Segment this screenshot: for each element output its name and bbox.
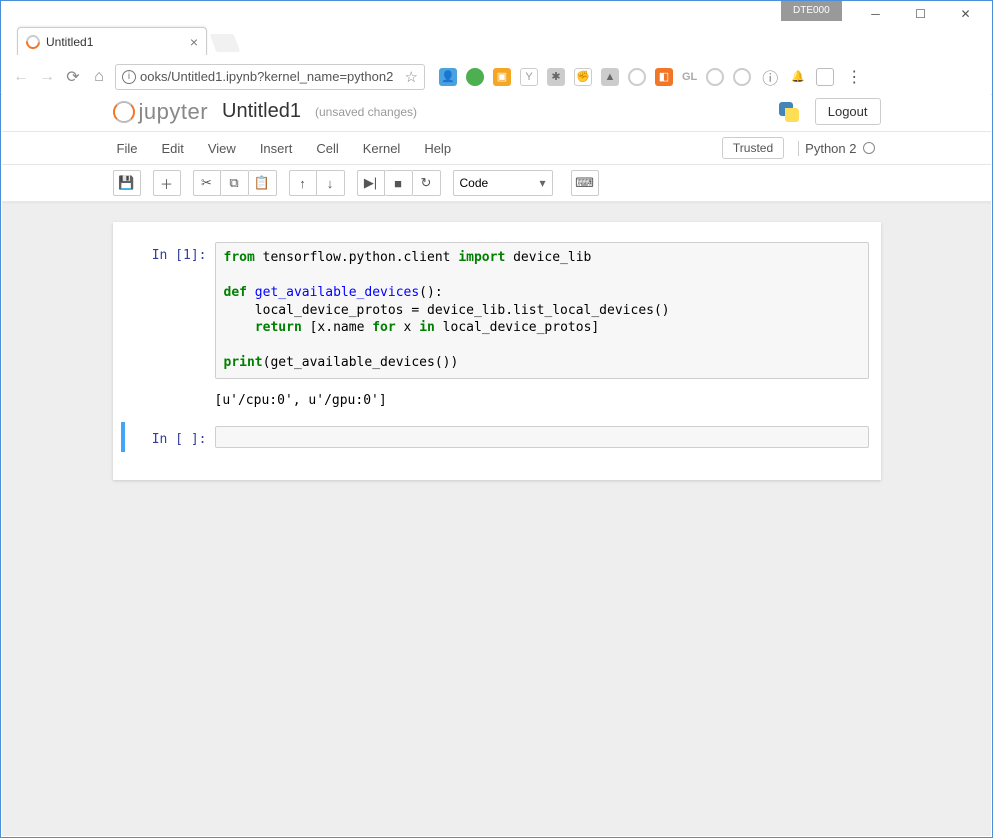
extension-doc-icon[interactable] [816, 68, 834, 86]
paste-button[interactable]: 📋 [249, 170, 277, 196]
cell-1-output-prompt [125, 391, 215, 414]
extension-icon-5[interactable]: ✱ [547, 68, 565, 86]
browser-menu-button[interactable]: ⋮ [840, 67, 868, 87]
interrupt-button[interactable]: ■ [385, 170, 413, 196]
insert-cell-button[interactable]: ＋ [153, 170, 181, 196]
jupyter-logo-icon [113, 101, 135, 123]
extension-icon-11[interactable] [706, 68, 724, 86]
extension-bell-icon[interactable]: 🔔 [789, 68, 807, 86]
url-text: ooks/Untitled1.ipynb?kernel_name=python2 [140, 69, 393, 84]
extension-info-icon[interactable]: ⓘ [760, 67, 780, 87]
site-info-icon[interactable]: i [122, 70, 136, 84]
menu-help[interactable]: Help [412, 141, 463, 156]
tab-title: Untitled1 [46, 35, 93, 49]
browser-toolbar: ← → ⟳ ⌂ i ooks/Untitled1.ipynb?kernel_na… [1, 59, 992, 95]
extension-icon-12[interactable] [733, 68, 751, 86]
browser-tab-active[interactable]: Untitled1 × [17, 27, 207, 55]
menu-insert[interactable]: Insert [248, 141, 305, 156]
logout-button[interactable]: Logout [815, 98, 881, 125]
command-palette-button[interactable]: ⌨ [571, 170, 599, 196]
cell-2-prompt: In [ ]: [125, 426, 215, 448]
page-content: jupyter Untitled1 (unsaved changes) Logo… [2, 92, 991, 836]
notebook-container: In [1]: from tensorflow.python.client im… [113, 222, 881, 480]
jupyter-menubar: File Edit View Insert Cell Kernel Help T… [2, 131, 991, 165]
code-cell-1[interactable]: In [1]: from tensorflow.python.client im… [121, 238, 873, 383]
tab-close-icon[interactable]: × [190, 34, 198, 50]
cell-1-input[interactable]: from tensorflow.python.client import dev… [215, 242, 869, 379]
code-cell-1-output-row: [u'/cpu:0', u'/gpu:0'] [121, 387, 873, 418]
python-logo-icon [777, 100, 801, 124]
jupyter-logo[interactable]: jupyter [113, 99, 209, 125]
menu-edit[interactable]: Edit [149, 141, 195, 156]
menu-cell[interactable]: Cell [304, 141, 350, 156]
cell-1-prompt: In [1]: [125, 242, 215, 379]
copy-button[interactable]: ⧉ [221, 170, 249, 196]
move-down-button[interactable]: ↓ [317, 170, 345, 196]
notebook-save-status: (unsaved changes) [315, 105, 417, 119]
jupyter-toolbar: 💾 ＋ ✂ ⧉ 📋 ↑ ↓ ▶| ■ ↻ Code [2, 165, 991, 202]
jupyter-header: jupyter Untitled1 (unsaved changes) Logo… [2, 92, 991, 131]
code-cell-2[interactable]: In [ ]: [121, 422, 873, 452]
window-badge: DTE000 [781, 1, 842, 21]
address-bar[interactable]: i ooks/Untitled1.ipynb?kernel_name=pytho… [115, 64, 425, 90]
bookmark-star-icon[interactable]: ☆ [405, 68, 418, 86]
menu-kernel[interactable]: Kernel [351, 141, 413, 156]
home-button[interactable]: ⌂ [89, 67, 109, 87]
kernel-name-label: Python 2 [805, 141, 856, 156]
extension-icon-8[interactable] [628, 68, 646, 86]
reload-button[interactable]: ⟳ [63, 67, 83, 87]
jupyter-logo-text: jupyter [139, 99, 209, 125]
jupyter-favicon-icon [23, 32, 43, 52]
kernel-status-icon [863, 142, 875, 154]
cut-button[interactable]: ✂ [193, 170, 221, 196]
cell-type-value: Code [460, 176, 489, 190]
extension-icon-10[interactable]: GL [682, 68, 697, 86]
browser-tabstrip: Untitled1 × [1, 23, 992, 55]
menu-file[interactable]: File [113, 141, 150, 156]
extension-icon-7[interactable]: ▲ [601, 68, 619, 86]
notebook-title[interactable]: Untitled1 [222, 100, 301, 123]
extension-icon-2[interactable] [466, 68, 484, 86]
trusted-indicator[interactable]: Trusted [722, 137, 784, 159]
cell-type-select[interactable]: Code [453, 170, 553, 196]
extension-icon-4[interactable]: Y [520, 68, 538, 86]
restart-button[interactable]: ↻ [413, 170, 441, 196]
extension-icon-6[interactable]: ✊ [574, 68, 592, 86]
menu-view[interactable]: View [196, 141, 248, 156]
extension-icon-9[interactable]: ◧ [655, 68, 673, 86]
extension-icon-1[interactable]: 👤 [439, 68, 457, 86]
forward-button[interactable]: → [37, 67, 57, 87]
cell-1-output: [u'/cpu:0', u'/gpu:0'] [215, 391, 869, 414]
extension-icon-3[interactable]: ▣ [493, 68, 511, 86]
kernel-indicator[interactable]: Python 2 [798, 141, 880, 156]
extensions-row: 👤 ▣ Y ✱ ✊ ▲ ◧ GL ⓘ 🔔 [439, 67, 834, 87]
save-button[interactable]: 💾 [113, 170, 141, 196]
run-button[interactable]: ▶| [357, 170, 385, 196]
cell-2-input[interactable] [215, 426, 869, 448]
move-up-button[interactable]: ↑ [289, 170, 317, 196]
back-button[interactable]: ← [11, 67, 31, 87]
new-tab-button[interactable] [210, 34, 241, 52]
